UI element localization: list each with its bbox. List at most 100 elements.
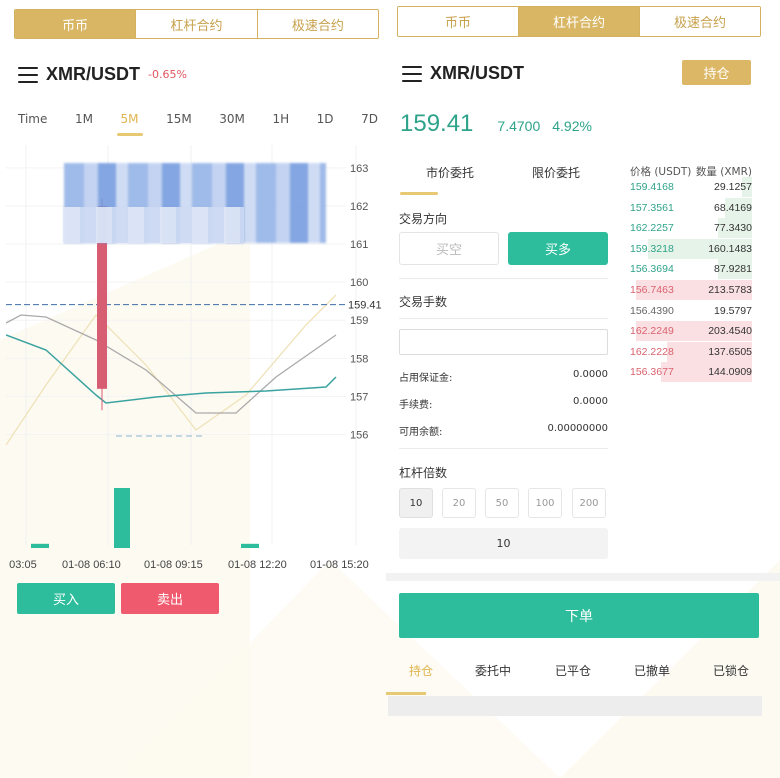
tab-spot[interactable]: 币币 [398,7,519,36]
orderbook-price: 156.4390 [630,304,674,317]
divider [399,278,608,279]
leverage-option-10[interactable]: 10 [399,488,433,518]
pair-title: XMR/USDT [46,64,140,84]
interval-15m[interactable]: 15M [162,112,196,126]
volume-bar [241,543,259,548]
orderbook-price: 156.7463 [630,284,674,296]
volume-bar [114,488,130,548]
orders-list-area [388,696,762,716]
x-tick-label: 01-08 09:15 [144,559,203,571]
tab-fast-contract[interactable]: 极速合约 [257,10,378,38]
leverage-option-100[interactable]: 100 [528,488,562,518]
orderbook-row[interactable]: 159.4168 29.1257 [630,176,752,198]
tab-limit-order[interactable]: 限价委托 [532,164,580,181]
orderbook-row[interactable]: 156.3677 144.0909 [630,361,752,383]
interval-1h[interactable]: 1H [268,112,293,126]
orderbook-row[interactable]: 157.3561 68.4169 [630,197,752,219]
hamburger-menu-icon[interactable] [402,65,422,82]
direction-label: 交易方向 [399,212,448,226]
interval-1m[interactable]: 1M [71,112,97,126]
orderbook-row[interactable]: 156.3694 87.9281 [630,258,752,280]
leverage-option-20[interactable]: 20 [442,488,476,518]
quantity-label: 交易手数 [399,295,448,309]
hamburger-menu-icon[interactable] [18,66,38,83]
interval-7d[interactable]: 7D [357,112,382,126]
buy-button[interactable]: 买入 [17,583,115,614]
contract-panel: 币币 杠杆合约 极速合约 XMR/USDT 持仓 159.41 7.4700 4… [386,0,780,778]
orderbook-qty: 137.6505 [708,345,752,358]
tab-locked[interactable]: 已锁仓 [713,662,749,679]
orderbook-qty: 19.5797 [714,304,752,317]
orderbook-qty: 29.1257 [714,181,752,193]
interval-time[interactable]: Time [14,112,51,126]
orderbook-qty: 213.5783 [708,284,752,296]
section-separator [386,573,780,581]
orders-tab-underline [386,692,426,695]
price-change-pct: 4.92% [552,118,592,134]
margin-label: 占用保证金: [399,373,453,384]
price-chart[interactable]: 163 162 161 160 159 158 157 156 159.41 8 03:05 01-… [6,145,386,575]
market-tabs: 币币 杠杆合约 极速合约 [14,9,379,39]
margin-row: 占用保证金: 0.0000 [399,369,608,384]
orderbook-qty: 160.1483 [708,242,752,255]
balance-row: 可用余额: 0.00000000 [399,423,608,438]
order-tab-underline [400,192,438,195]
x-tick-label: 01-08 06:10 [62,559,121,571]
leverage-display: 10 [399,528,608,559]
tab-closed[interactable]: 已平仓 [555,662,591,679]
x-tick-label: 01-08 15:20 [310,559,369,571]
market-tabs-right: 币币 杠杆合约 极速合约 [397,6,761,37]
order-type-tabs: 市价委托 限价委托 [400,164,620,194]
fee-value: 0.0000 [573,396,608,407]
interval-5m[interactable]: 5M [116,112,143,136]
orderbook-row[interactable]: 162.2228 137.6505 [630,341,752,363]
orderbook-row[interactable]: 162.2257 77.3430 [630,217,752,239]
balance-label: 可用余额: [399,427,443,438]
tab-market-order[interactable]: 市价委托 [426,164,474,181]
tab-fast-contract[interactable]: 极速合约 [640,7,760,36]
last-price-label: 159.41 [348,300,382,312]
tab-cancelled[interactable]: 已撤单 [634,662,670,679]
orderbook-price: 162.2249 [630,325,674,338]
sell-button[interactable]: 卖出 [121,583,219,614]
tab-open-orders[interactable]: 委托中 [475,662,511,679]
orderbook-row[interactable]: 159.3218 160.1483 [630,238,752,260]
orderbook-qty: 77.3430 [714,222,752,235]
orderbook-qty: 203.4540 [708,325,752,338]
quantity-input[interactable] [399,329,608,355]
short-button[interactable]: 买空 [399,232,499,265]
tab-margin-contract[interactable]: 杠杆合约 [136,10,258,38]
balance-value: 0.00000000 [547,423,608,434]
y-tick-label: 162 [350,201,368,213]
positions-button[interactable]: 持仓 [682,60,751,85]
spot-panel: 币币 杠杆合约 极速合约 XMR/USDT -0.65% Time 1M 5M … [0,0,386,778]
pair-change: -0.65% [148,68,187,81]
interval-30m[interactable]: 30M [215,112,249,126]
tab-margin-contract[interactable]: 杠杆合约 [519,7,640,36]
tab-positions[interactable]: 持仓 [409,662,433,679]
interval-1d[interactable]: 1D [313,112,338,126]
tab-spot[interactable]: 币币 [15,10,137,38]
leverage-option-200[interactable]: 200 [572,488,606,518]
long-button[interactable]: 买多 [508,232,608,265]
orderbook-price: 157.3561 [630,201,674,214]
y-tick-label: 160 [350,277,368,289]
orderbook-row[interactable]: 156.4390 19.5797 [630,300,752,322]
orders-tabs: 持仓 委托中 已平仓 已撤单 已锁仓 [386,662,780,692]
orderbook-qty: 144.0909 [708,366,752,379]
y-tick-label: 158 [350,353,368,365]
last-price: 159.41 [400,110,474,137]
orderbook-price: 156.3694 [630,263,674,276]
x-tick-label: 8 03:05 [6,559,37,571]
pair-header: XMR/USDT -0.65% [18,64,187,85]
y-tick-label: 161 [350,239,368,251]
orderbook-price: 159.3218 [630,242,674,255]
pair-header-right: XMR/USDT [402,63,524,84]
place-order-button[interactable]: 下单 [399,593,759,638]
divider [399,448,608,449]
fee-label: 手续费: [399,400,433,411]
orderbook-row[interactable]: 156.7463 213.5783 [630,279,752,301]
orderbook-row[interactable]: 162.2249 203.4540 [630,320,752,342]
orderbook-qty: 87.9281 [714,263,752,276]
leverage-option-50[interactable]: 50 [485,488,519,518]
